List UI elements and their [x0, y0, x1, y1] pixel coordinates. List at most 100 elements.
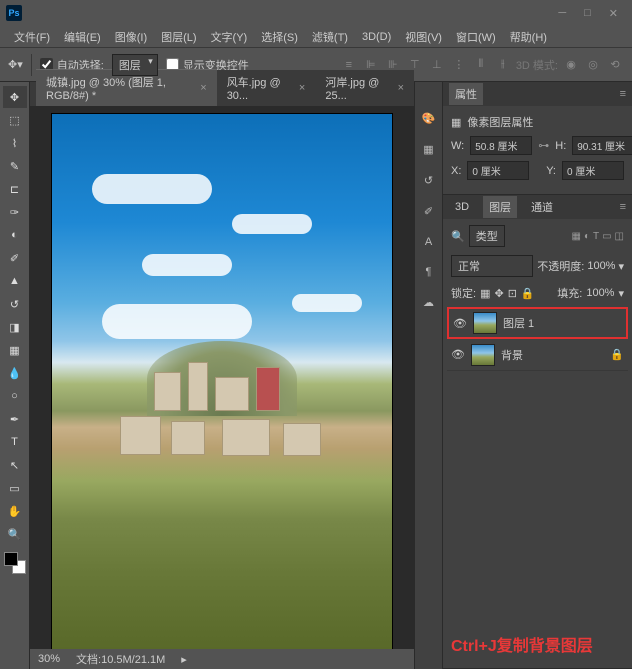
dropdown-icon[interactable]: ▾: [618, 260, 624, 273]
layer-name[interactable]: 图层 1: [503, 315, 622, 331]
close-icon[interactable]: ✕: [609, 7, 618, 20]
color-swatch[interactable]: [4, 552, 26, 574]
shape-tool[interactable]: ▭: [3, 477, 27, 499]
align-icon[interactable]: ⊥: [428, 56, 446, 74]
paragraph-panel-icon[interactable]: ¶: [426, 266, 432, 278]
fill-field[interactable]: 100%: [586, 287, 614, 299]
healing-tool[interactable]: ◐: [3, 224, 27, 246]
filter-smart-icon[interactable]: ◫: [615, 231, 624, 242]
visibility-icon[interactable]: 👁: [453, 317, 467, 330]
channels-tab[interactable]: 通道: [525, 196, 559, 218]
brush-tool[interactable]: ✐: [3, 247, 27, 269]
pixel-layer-icon: ▦: [451, 116, 461, 129]
marquee-tool[interactable]: ⬚: [3, 109, 27, 131]
align-icon[interactable]: ⋮: [450, 56, 468, 74]
history-brush-tool[interactable]: ↺: [3, 293, 27, 315]
move-tool-icon[interactable]: ✥▾: [8, 58, 23, 71]
menu-image[interactable]: 图像(I): [109, 27, 153, 47]
lock-artboard-icon[interactable]: ⊡: [508, 287, 517, 300]
hand-tool[interactable]: ✋: [3, 500, 27, 522]
filter-shape-icon[interactable]: ▭: [602, 231, 611, 242]
quick-select-tool[interactable]: ✎: [3, 155, 27, 177]
zoom-tool[interactable]: 🔍: [3, 523, 27, 545]
toolbox: ✥ ⬚ ⌇ ✎ ⊏ ✑ ◐ ✐ ▲ ↺ ◨ ▦ 💧 ○ ✒ T ↖ ▭ ✋ 🔍: [0, 82, 30, 669]
maximize-icon[interactable]: □: [584, 7, 591, 20]
x-field[interactable]: 0 厘米: [467, 161, 529, 180]
width-field[interactable]: 50.8 厘米: [470, 136, 532, 155]
tab-close-icon[interactable]: ×: [398, 82, 404, 94]
lock-pixels-icon[interactable]: ▦: [480, 287, 490, 300]
3d-tab[interactable]: 3D: [449, 198, 475, 216]
lock-icon: 🔒: [610, 348, 624, 361]
menu-3d[interactable]: 3D(D): [356, 29, 397, 45]
menu-edit[interactable]: 编辑(E): [58, 27, 107, 47]
filter-type-icon[interactable]: T: [593, 231, 599, 242]
link-icon[interactable]: ⊶: [538, 139, 549, 152]
properties-tab[interactable]: 属性: [449, 83, 483, 105]
3d-icon[interactable]: ⟲: [606, 56, 624, 74]
dodge-tool[interactable]: ○: [3, 385, 27, 407]
layer-thumbnail[interactable]: [473, 312, 497, 334]
blend-mode-dropdown[interactable]: 正常: [451, 255, 533, 277]
path-tool[interactable]: ↖: [3, 454, 27, 476]
3d-icon[interactable]: ◎: [584, 56, 602, 74]
menu-window[interactable]: 窗口(W): [450, 27, 502, 47]
menu-select[interactable]: 选择(S): [255, 27, 304, 47]
lock-position-icon[interactable]: ✥: [494, 287, 503, 300]
layer-row[interactable]: 👁 图层 1: [447, 307, 628, 339]
eyedropper-tool[interactable]: ✑: [3, 201, 27, 223]
filter-pixel-icon[interactable]: ▦: [571, 231, 580, 242]
minimize-icon[interactable]: ─: [558, 7, 566, 20]
gradient-tool[interactable]: ▦: [3, 339, 27, 361]
doc-tab[interactable]: 风车.jpg @ 30...×: [217, 70, 316, 106]
filter-adjust-icon[interactable]: ◐: [584, 231, 590, 242]
3d-icon[interactable]: ◉: [562, 56, 580, 74]
menu-type[interactable]: 文字(Y): [205, 27, 254, 47]
distribute-icon[interactable]: ⫴: [472, 56, 490, 74]
dropdown-icon[interactable]: ▾: [618, 287, 624, 300]
type-tool[interactable]: T: [3, 431, 27, 453]
filter-kind-dropdown[interactable]: 类型: [469, 225, 505, 247]
layer-name[interactable]: 背景: [501, 347, 604, 363]
tab-close-icon[interactable]: ×: [299, 82, 305, 94]
layer-thumbnail[interactable]: [471, 344, 495, 366]
panel-menu-icon[interactable]: ≡: [620, 88, 626, 100]
doc-tab[interactable]: 河岸.jpg @ 25...×: [315, 70, 414, 106]
opacity-field[interactable]: 100%: [587, 260, 615, 272]
auto-select-target[interactable]: 图层: [112, 54, 158, 76]
menu-layer[interactable]: 图层(L): [155, 27, 202, 47]
color-panel-icon[interactable]: 🎨: [422, 112, 436, 125]
swatches-panel-icon[interactable]: ▦: [423, 143, 433, 156]
menu-help[interactable]: 帮助(H): [504, 27, 553, 47]
brush-panel-icon[interactable]: ✐: [424, 205, 433, 218]
stamp-tool[interactable]: ▲: [3, 270, 27, 292]
lasso-tool[interactable]: ⌇: [3, 132, 27, 154]
layer-row[interactable]: 👁 背景 🔒: [447, 339, 628, 371]
distribute-icon[interactable]: ⫲: [494, 56, 512, 74]
crop-tool[interactable]: ⊏: [3, 178, 27, 200]
lock-all-icon[interactable]: 🔒: [521, 287, 535, 300]
layers-tab[interactable]: 图层: [483, 196, 517, 218]
height-field[interactable]: 90.31 厘米: [572, 136, 632, 155]
pen-tool[interactable]: ✒: [3, 408, 27, 430]
canvas[interactable]: [52, 114, 392, 649]
menu-filter[interactable]: 滤镜(T): [306, 27, 354, 47]
zoom-level[interactable]: 30%: [38, 653, 60, 665]
menu-bar: 文件(F) 编辑(E) 图像(I) 图层(L) 文字(Y) 选择(S) 滤镜(T…: [0, 26, 632, 48]
y-field[interactable]: 0 厘米: [562, 161, 624, 180]
libraries-panel-icon[interactable]: ☁: [423, 296, 434, 309]
history-panel-icon[interactable]: ↺: [424, 174, 433, 187]
filter-icon[interactable]: 🔍: [451, 230, 465, 243]
panel-menu-icon[interactable]: ≡: [620, 201, 626, 213]
character-panel-icon[interactable]: A: [425, 236, 432, 248]
layers-panel: 3D 图层 通道 ≡ 🔍 类型 ▦ ◐ T ▭ ◫ 正常 不透明度:: [443, 195, 632, 669]
eraser-tool[interactable]: ◨: [3, 316, 27, 338]
visibility-icon[interactable]: 👁: [451, 348, 465, 361]
move-tool[interactable]: ✥: [3, 86, 27, 108]
menu-view[interactable]: 视图(V): [399, 27, 448, 47]
properties-panel: 属性 ≡ ▦ 像素图层属性 W: 50.8 厘米 ⊶ H: 90.31 厘米 X…: [443, 82, 632, 195]
tab-close-icon[interactable]: ×: [200, 82, 206, 94]
blur-tool[interactable]: 💧: [3, 362, 27, 384]
menu-file[interactable]: 文件(F): [8, 27, 56, 47]
status-arrow-icon[interactable]: ▸: [181, 653, 187, 666]
